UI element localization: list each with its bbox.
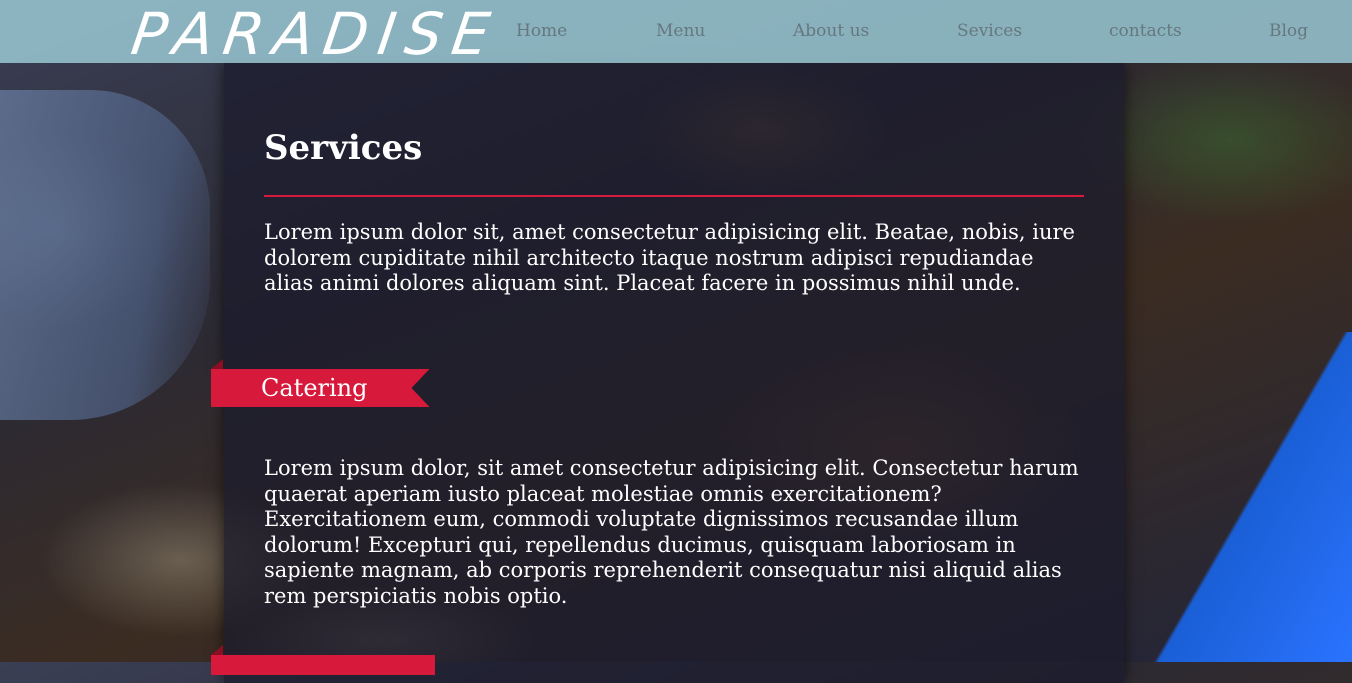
background-photo-corner [1102, 332, 1352, 662]
page-title: Services [264, 128, 423, 168]
ribbon-fold [211, 359, 223, 369]
nav-about-us[interactable]: About us [793, 21, 869, 41]
nav-home[interactable]: Home [516, 21, 567, 41]
title-divider [264, 195, 1084, 197]
catering-paragraph: Lorem ipsum dolor, sit amet consectetur … [264, 456, 1079, 608]
nav-contacts[interactable]: contacts [1109, 21, 1182, 41]
next-section-ribbon [211, 655, 435, 675]
background-photo-arm [0, 90, 210, 420]
site-header: PARADISE Home Menu About us Sevices cont… [0, 0, 1352, 68]
nav-blog[interactable]: Blog [1269, 21, 1308, 41]
nav-menu[interactable]: Menu [656, 21, 705, 41]
catering-ribbon: Catering [211, 369, 430, 407]
nav-services[interactable]: Sevices [957, 21, 1022, 41]
intro-paragraph: Lorem ipsum dolor sit, amet consectetur … [264, 220, 1075, 295]
ribbon-fold-2 [211, 645, 223, 655]
main-nav: Home Menu About us Sevices contacts Blog [0, 0, 1352, 63]
